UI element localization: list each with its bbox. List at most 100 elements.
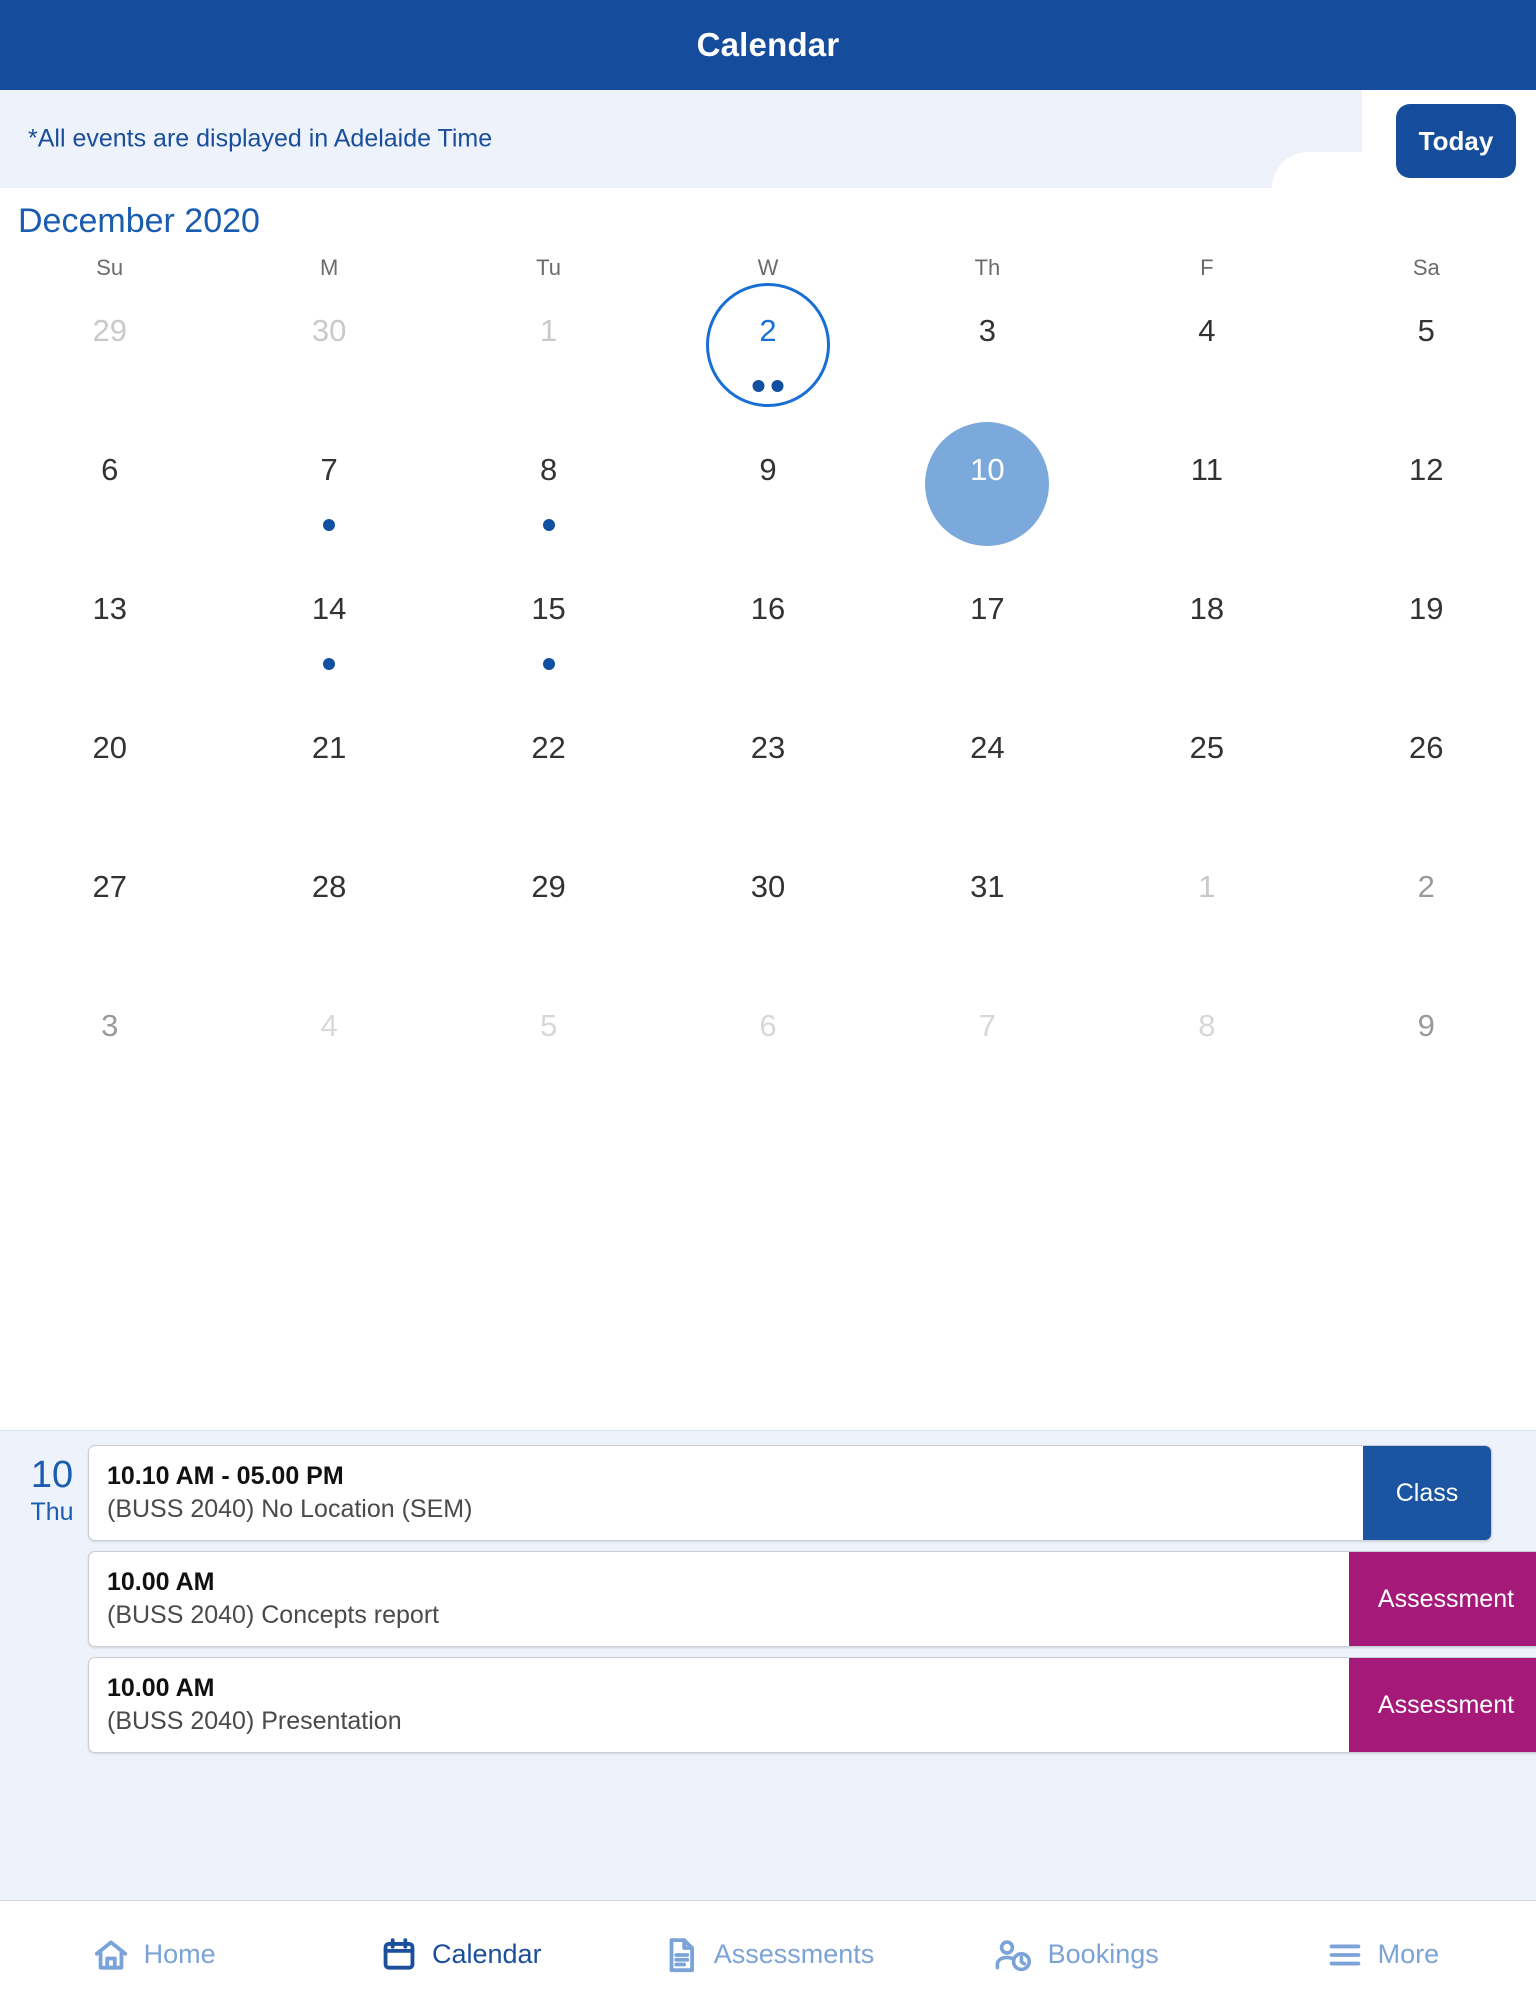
event-body: 10.00 AM (BUSS 2040) Concepts report xyxy=(89,1552,1349,1646)
calendar-icon xyxy=(380,1936,418,1974)
day-number: 11 xyxy=(1190,452,1223,487)
calendar-day-cell[interactable]: 29 xyxy=(0,281,219,420)
calendar-day-cell[interactable]: 15 xyxy=(439,559,658,698)
selected-day-column: 10 Thu xyxy=(16,1445,88,1753)
day-number: 28 xyxy=(311,869,347,904)
nav-item-label: More xyxy=(1377,1939,1440,1969)
calendar-day-cell[interactable]: 3 xyxy=(0,976,219,1115)
calendar-day-cell[interactable]: 6 xyxy=(0,420,219,559)
event-row[interactable]: 10.10 AM - 05.00 PM (BUSS 2040) No Locati… xyxy=(88,1445,1492,1541)
calendar-day-cell[interactable]: 24 xyxy=(878,698,1097,837)
weekday-label-su: Su xyxy=(96,255,124,280)
events-inner: 10 Thu 10.10 AM - 05.00 PM (BUSS 2040) No… xyxy=(0,1445,1536,1753)
calendar-day-cell[interactable]: 22 xyxy=(439,698,658,837)
event-dot-group xyxy=(542,658,555,670)
day-number: 6 xyxy=(759,1008,777,1043)
calendar-week-row: 3 4 5 6 7 8 9 xyxy=(0,976,1536,1115)
nav-item-more[interactable]: More xyxy=(1229,1936,1536,1974)
day-number: 6 xyxy=(101,452,119,487)
calendar-day-cell[interactable]: 25 xyxy=(1097,698,1316,837)
day-number: 13 xyxy=(92,591,127,626)
calendar-day-cell[interactable]: 21 xyxy=(219,698,438,837)
day-number: 4 xyxy=(320,1008,338,1043)
calendar-day-cell[interactable]: 19 xyxy=(1317,559,1536,698)
calendar-day-cell[interactable]: 5 xyxy=(439,976,658,1115)
calendar-day-cell[interactable]: 18 xyxy=(1097,559,1316,698)
calendar-day-cell[interactable]: 7 xyxy=(878,976,1097,1115)
event-type-badge[interactable]: Assessment xyxy=(1349,1658,1536,1752)
event-type-badge[interactable]: Assessment xyxy=(1349,1552,1536,1646)
notice-bar: *All events are displayed in Adelaide Ti… xyxy=(0,90,1536,188)
calendar-day-cell[interactable]: 29 xyxy=(439,837,658,976)
calendar-day-cell[interactable]: 6 xyxy=(658,976,877,1115)
calendar-day-cell[interactable]: 3 xyxy=(878,281,1097,420)
day-number: 18 xyxy=(1189,591,1225,626)
calendar-day-cell[interactable]: 26 xyxy=(1317,698,1536,837)
calendar-day-cell[interactable]: 1 xyxy=(1097,837,1316,976)
nav-item-home[interactable]: Home xyxy=(0,1936,307,1974)
day-number: 7 xyxy=(978,1008,997,1043)
calendar-day-cell[interactable]: 12 xyxy=(1317,420,1536,559)
calendar-week-row: 27 28 29 30 31 1 2 xyxy=(0,837,1536,976)
nav-item-calendar[interactable]: Calendar xyxy=(307,1936,614,1974)
calendar-day-cell[interactable]: 28 xyxy=(219,837,438,976)
calendar-day-cell[interactable]: 31 xyxy=(878,837,1097,976)
day-number: 4 xyxy=(1198,313,1216,348)
calendar-day-cell[interactable]: 8 xyxy=(1097,976,1316,1115)
calendar-day-cell[interactable]: 30 xyxy=(658,837,877,976)
hamburger-icon xyxy=(1326,1936,1364,1974)
day-number: 25 xyxy=(1189,730,1225,765)
day-number: 1 xyxy=(539,313,558,348)
event-body: 10.10 AM - 05.00 PM (BUSS 2040) No Locati… xyxy=(89,1446,1363,1540)
calendar-day-cell[interactable]: 11 xyxy=(1097,420,1316,559)
calendar-day-cell[interactable]: 9 xyxy=(1317,976,1536,1115)
today-button[interactable]: Today xyxy=(1396,104,1516,178)
calendar-week-row: 29 30 1 2 3 4 5 xyxy=(0,281,1536,420)
event-row[interactable]: 10.00 AM (BUSS 2040) Concepts report Asses… xyxy=(88,1551,1536,1647)
calendar-day-cell[interactable]: 4 xyxy=(1097,281,1316,420)
calendar-day-cell[interactable]: 30 xyxy=(219,281,438,420)
calendar-day-cell[interactable]: 14 xyxy=(219,559,438,698)
nav-item-label: Bookings xyxy=(1047,1939,1159,1969)
day-number: 26 xyxy=(1409,730,1444,765)
timezone-notice: *All events are displayed in Adelaide Ti… xyxy=(28,124,493,153)
event-dot-icon xyxy=(752,380,765,392)
calendar-grid-section: December 2020 Su M Tu W Th F Sa 29 30 1 2 3 4 5 6 7 8 9 1… xyxy=(0,188,1536,1430)
calendar-day-cell[interactable]: 2 xyxy=(658,281,877,420)
nav-item-bookings[interactable]: Bookings xyxy=(922,1936,1229,1974)
day-number: 29 xyxy=(531,869,566,904)
events-panel: 10 Thu 10.10 AM - 05.00 PM (BUSS 2040) No… xyxy=(0,1430,1536,1900)
day-number: 24 xyxy=(970,730,1005,765)
event-dot-icon xyxy=(542,519,555,531)
calendar-day-cell[interactable]: 2 xyxy=(1317,837,1536,976)
calendar-day-cell[interactable]: 16 xyxy=(658,559,877,698)
day-number: 10 xyxy=(970,452,1005,487)
calendar-day-cell[interactable]: 17 xyxy=(878,559,1097,698)
calendar-day-cell[interactable]: 1 xyxy=(439,281,658,420)
day-number: 30 xyxy=(750,869,786,904)
event-dot-group xyxy=(323,519,336,531)
calendar-day-cell[interactable]: 27 xyxy=(0,837,219,976)
day-number: 3 xyxy=(978,313,997,348)
day-number: 27 xyxy=(92,869,127,904)
weekday-label-f: F xyxy=(1200,255,1214,280)
event-type-badge[interactable]: Class xyxy=(1363,1446,1491,1540)
day-number: 30 xyxy=(311,313,347,348)
day-number: 19 xyxy=(1409,591,1444,626)
calendar-day-cell[interactable]: 13 xyxy=(0,559,219,698)
day-number: 16 xyxy=(750,591,786,626)
calendar-day-cell[interactable]: 9 xyxy=(658,420,877,559)
calendar-day-cell[interactable]: 4 xyxy=(219,976,438,1115)
calendar-day-cell[interactable]: 20 xyxy=(0,698,219,837)
nav-item-assessments[interactable]: Assessments xyxy=(614,1936,921,1974)
calendar-day-cell[interactable]: 10 xyxy=(878,420,1097,559)
event-dot-icon xyxy=(323,519,336,531)
weekday-label-w: W xyxy=(757,255,779,280)
day-number: 15 xyxy=(531,591,566,626)
event-row[interactable]: 10.00 AM (BUSS 2040) Presentation Assessme… xyxy=(88,1657,1536,1753)
calendar-day-cell[interactable]: 23 xyxy=(658,698,877,837)
day-number: 8 xyxy=(539,452,558,487)
calendar-day-cell[interactable]: 7 xyxy=(219,420,438,559)
calendar-day-cell[interactable]: 8 xyxy=(439,420,658,559)
calendar-day-cell[interactable]: 5 xyxy=(1317,281,1536,420)
